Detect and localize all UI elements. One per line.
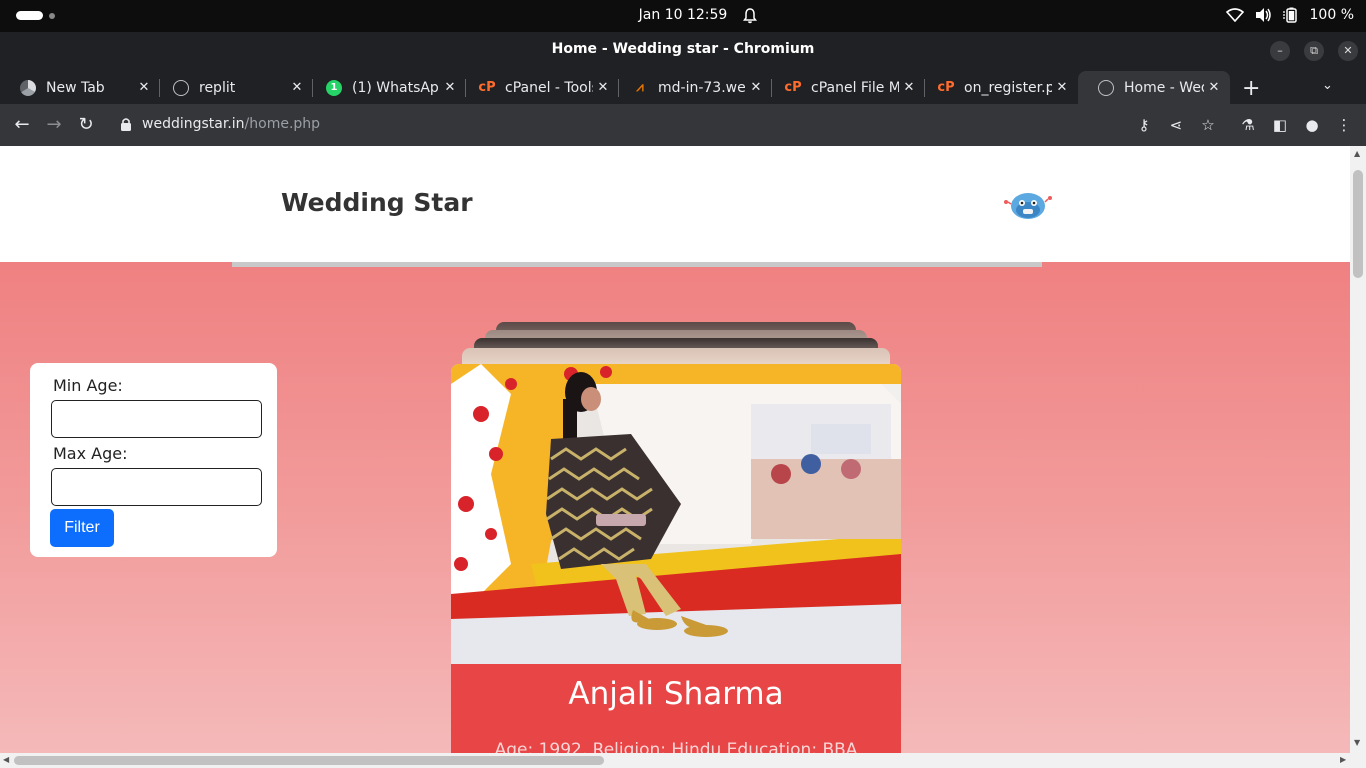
reload-button[interactable]: ↻ [74, 113, 98, 137]
tab-label: cPanel - Tools [505, 79, 593, 96]
battery-percentage: 100 % [1309, 7, 1354, 23]
close-tab-icon[interactable]: ✕ [134, 80, 154, 95]
profile-name[interactable]: Anjali Sharma [451, 676, 901, 712]
side-panel-icon[interactable]: ◧ [1270, 115, 1290, 135]
filter-button[interactable]: Filter [50, 509, 114, 547]
horizontal-scrollbar[interactable]: ◀ ▶ [0, 753, 1366, 768]
url-text: weddingstar.in/home.php [142, 116, 320, 132]
menu-kebab-icon[interactable]: ⋮ [1334, 115, 1354, 135]
cpanel-icon: cP [784, 80, 802, 95]
profile-icon[interactable]: ● [1302, 115, 1322, 135]
tab-whatsapp[interactable]: 1 (1) WhatsApp ✕ [306, 71, 466, 104]
close-tab-icon[interactable]: ✕ [1052, 80, 1072, 95]
url-host: weddingstar.in [142, 116, 245, 132]
activities-indicator[interactable] [16, 11, 43, 20]
system-tray[interactable]: 100 % [1225, 7, 1354, 23]
close-tab-icon[interactable]: ✕ [287, 80, 307, 95]
site-title[interactable]: Wedding Star [281, 188, 473, 217]
max-age-input[interactable] [51, 468, 262, 506]
close-tab-icon[interactable]: ✕ [899, 80, 919, 95]
scroll-left-arrow-icon[interactable]: ◀ [3, 755, 9, 764]
close-tab-icon[interactable]: ✕ [440, 80, 460, 95]
hosting-icon: ⩘ [636, 80, 644, 95]
minimize-button[interactable]: – [1270, 41, 1290, 61]
close-tab-icon[interactable]: ✕ [1204, 80, 1224, 95]
tab-label: replit [199, 79, 236, 96]
address-bar[interactable]: weddingstar.in/home.php [108, 109, 1164, 141]
system-clock[interactable]: Jan 10 12:59 [639, 7, 728, 23]
wifi-icon [1225, 8, 1244, 22]
tab-label: md-in-73.webhost [658, 79, 746, 96]
close-window-button[interactable]: ✕ [1338, 41, 1358, 61]
share-icon[interactable]: ⋖ [1166, 115, 1186, 135]
min-age-label: Min Age: [53, 376, 123, 395]
site-header: Wedding Star [0, 146, 1350, 262]
tab-search-chevron-icon[interactable]: ⌄ [1322, 78, 1333, 93]
cpanel-icon: cP [937, 80, 955, 95]
tab-label: (1) WhatsApp [352, 79, 440, 96]
header-divider [232, 262, 1042, 267]
profile-card[interactable]: Anjali Sharma Age: 1992, Religion: Hindu… [451, 364, 901, 753]
max-age-label: Max Age: [53, 444, 128, 463]
url-path: /home.php [244, 116, 321, 132]
tab-label: cPanel File Manager [811, 79, 899, 96]
tab-label: New Tab [46, 79, 105, 96]
tab-on-register[interactable]: cP on_register.php ✕ [918, 71, 1078, 104]
forward-button[interactable]: → [42, 113, 66, 137]
workspace-dot [49, 13, 55, 19]
vertical-scrollbar[interactable]: ▲ ▼ [1350, 146, 1366, 753]
tab-cpanel-tools[interactable]: cP cPanel - Tools ✕ [459, 71, 619, 104]
profile-meta: Age: 1992, Religion: Hindu Education: BB… [494, 740, 858, 753]
maximize-button[interactable]: ⧉ [1304, 41, 1324, 61]
window-title-bar[interactable]: Home - Wedding star - Chromium – ⧉ ✕ [0, 32, 1366, 68]
age-filter-panel: Min Age: Max Age: Filter [30, 363, 277, 557]
key-icon[interactable]: ⚷ [1134, 115, 1154, 135]
profile-info: Anjali Sharma Age: 1992, Religion: Hindu… [451, 664, 901, 753]
new-tab-button[interactable]: + [1242, 76, 1260, 101]
whatsapp-icon: 1 [326, 79, 342, 96]
scroll-down-arrow-icon[interactable]: ▼ [1354, 738, 1360, 747]
profile-photo [451, 364, 901, 664]
globe-icon [173, 79, 189, 96]
system-top-bar: Jan 10 12:59 100 % [0, 0, 1366, 32]
volume-icon [1255, 8, 1271, 22]
tab-replit[interactable]: replit ✕ [153, 71, 313, 104]
tab-new-tab[interactable]: New Tab ✕ [0, 71, 160, 104]
close-tab-icon[interactable]: ✕ [746, 80, 766, 95]
battery-icon [1282, 7, 1297, 23]
back-button[interactable]: ← [10, 113, 34, 137]
lock-icon [121, 118, 131, 131]
labs-flask-icon[interactable]: ⚗ [1238, 115, 1258, 135]
min-age-input[interactable] [51, 400, 262, 438]
bookmark-star-icon[interactable]: ☆ [1198, 115, 1218, 135]
tab-home-wedding-star[interactable]: Home - Wedding star ✕ [1078, 71, 1230, 104]
tab-label: on_register.php [964, 79, 1052, 96]
page-viewport: Wedding Star Min Age: Max Age: Filter An… [0, 146, 1350, 753]
tab-strip: New Tab ✕ replit ✕ 1 (1) WhatsApp ✕ cP c… [0, 68, 1366, 104]
tab-label: Home - Wedding star [1124, 79, 1204, 96]
scroll-up-arrow-icon[interactable]: ▲ [1354, 149, 1360, 158]
tab-webhost[interactable]: ⩘ md-in-73.webhost ✕ [612, 71, 772, 104]
scroll-right-arrow-icon[interactable]: ▶ [1340, 755, 1346, 764]
tab-cpanel-file-manager[interactable]: cP cPanel File Manager ✕ [765, 71, 925, 104]
globe-icon [1098, 79, 1114, 96]
chrome-icon [20, 79, 36, 96]
cpanel-icon: cP [478, 80, 496, 95]
horizontal-scroll-thumb[interactable] [14, 756, 604, 765]
window-title: Home - Wedding star - Chromium [551, 41, 815, 57]
vertical-scroll-thumb[interactable] [1353, 170, 1363, 278]
user-avatar-icon[interactable] [1002, 188, 1054, 222]
notification-bell-icon[interactable] [742, 8, 758, 24]
browser-toolbar: ← → ↻ weddingstar.in/home.php ⚷ ⋖ ☆ ⚗ ◧ … [0, 104, 1366, 146]
close-tab-icon[interactable]: ✕ [593, 80, 613, 95]
